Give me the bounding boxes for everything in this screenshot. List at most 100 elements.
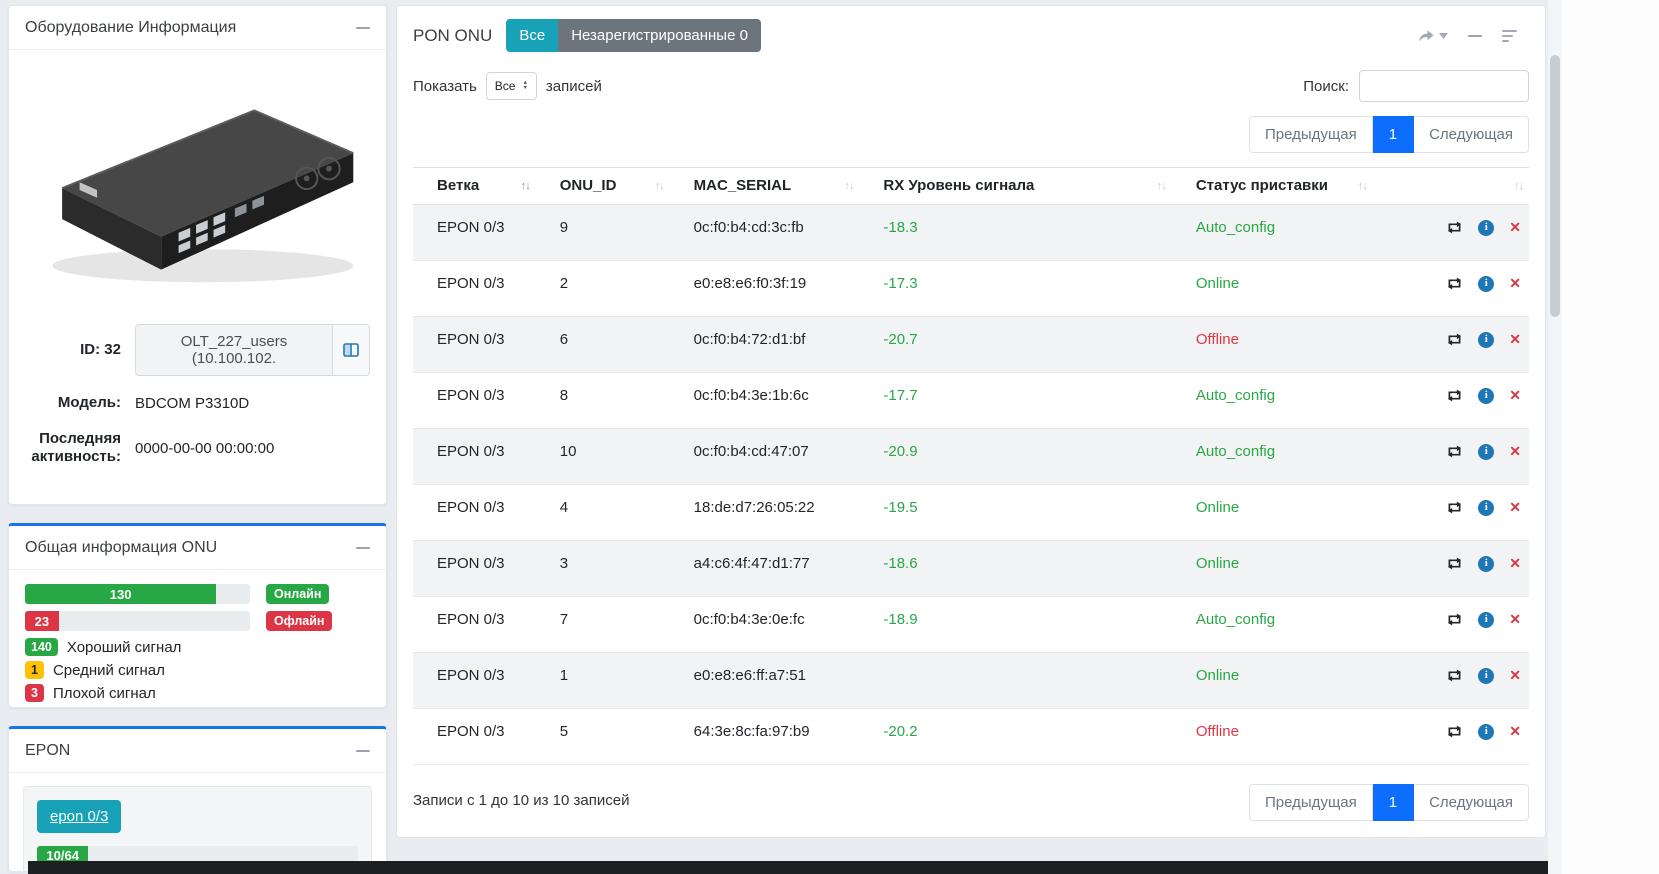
resync-button[interactable] <box>1446 332 1463 347</box>
resync-icon <box>1446 332 1463 347</box>
info-icon[interactable]: i <box>1478 556 1494 572</box>
delete-icon[interactable]: ✕ <box>1509 218 1521 237</box>
scrollbar-track[interactable] <box>1548 0 1562 874</box>
onu-id-cell: 2 <box>536 261 670 317</box>
equipment-collapse-button[interactable] <box>356 27 370 29</box>
row-actions-cell: i✕ <box>1373 373 1529 429</box>
left-column: Оборудование Информация <box>8 5 387 872</box>
resync-button[interactable] <box>1446 220 1463 235</box>
sort-icon[interactable]: ↑↓ <box>1157 180 1166 192</box>
row-actions-cell: i✕ <box>1373 485 1529 541</box>
branch-cell: EPON 0/3 <box>413 261 536 317</box>
status-cell: Auto_config <box>1172 597 1373 653</box>
resync-button[interactable] <box>1446 724 1463 739</box>
sort-icon[interactable]: ↑↓ <box>844 180 853 192</box>
device-select[interactable]: OLT_227_users (10.100.102. <box>135 324 333 376</box>
info-icon[interactable]: i <box>1478 276 1494 292</box>
info-icon[interactable]: i <box>1478 668 1494 684</box>
resync-button[interactable] <box>1446 612 1463 627</box>
next-page-button[interactable]: Следующая <box>1414 116 1529 153</box>
row-actions-cell: i✕ <box>1373 653 1529 709</box>
onu-summary-header: Общая информация ONU <box>9 526 386 570</box>
onu-id-cell: 10 <box>536 429 670 485</box>
signal-legend-item: 3Плохой сигнал <box>25 684 370 702</box>
onu-id-cell: 6 <box>536 317 670 373</box>
row-actions-cell: i✕ <box>1373 709 1529 765</box>
signal-legend-label: Средний сигнал <box>53 662 165 679</box>
delete-icon[interactable]: ✕ <box>1509 386 1521 405</box>
row-actions-cell: i✕ <box>1373 429 1529 485</box>
info-icon[interactable]: i <box>1478 500 1494 516</box>
column-header-1[interactable]: Ветка↑↓ <box>413 168 536 205</box>
resync-button[interactable] <box>1446 668 1463 683</box>
delete-icon[interactable]: ✕ <box>1509 666 1521 685</box>
share-button[interactable] <box>1416 29 1448 43</box>
equipment-card-title: Оборудование Информация <box>25 19 236 37</box>
resync-button[interactable] <box>1446 500 1463 515</box>
onu-summary-collapse-button[interactable] <box>356 547 370 549</box>
info-icon[interactable]: i <box>1478 612 1494 628</box>
epon-port-link[interactable]: epon 0/3 <box>37 800 121 833</box>
delete-icon[interactable]: ✕ <box>1509 330 1521 349</box>
next-page-button[interactable]: Следующая <box>1414 784 1529 821</box>
sort-icon[interactable]: ↑↓ <box>1514 180 1523 192</box>
column-header-4[interactable]: RX Уровень сигнала↑↓ <box>859 168 1171 205</box>
branch-cell: EPON 0/3 <box>413 653 536 709</box>
page-number-button[interactable]: 1 <box>1373 784 1414 821</box>
filter-all-button[interactable]: Все <box>506 19 558 52</box>
online-progress-track: 130 <box>25 584 250 604</box>
panel-title: PON ONU <box>413 26 492 46</box>
resync-button[interactable] <box>1446 388 1463 403</box>
offline-progress-fill: 23 <box>25 611 59 631</box>
resync-button[interactable] <box>1446 556 1463 571</box>
status-cell: Offline <box>1172 317 1373 373</box>
resync-button[interactable] <box>1446 444 1463 459</box>
epon-collapse-button[interactable] <box>356 750 370 752</box>
info-icon[interactable]: i <box>1478 724 1494 740</box>
status-cell: Auto_config <box>1172 373 1373 429</box>
info-icon[interactable]: i <box>1478 388 1494 404</box>
minus-icon <box>1468 35 1482 37</box>
sort-icon[interactable]: ↑↓ <box>1358 180 1367 192</box>
epon-card-title: EPON <box>25 742 70 760</box>
pon-onu-header: PON ONU Все Незарегистрированные 0 <box>413 6 1529 62</box>
delete-icon[interactable]: ✕ <box>1509 442 1521 461</box>
mac-serial-cell: 0c:f0:b4:3e:1b:6c <box>670 373 860 429</box>
prev-page-button[interactable]: Предыдущая <box>1249 116 1373 153</box>
online-progress-fill: 130 <box>25 584 216 604</box>
column-header-2[interactable]: ONU_ID↑↓ <box>536 168 670 205</box>
info-icon[interactable]: i <box>1478 220 1494 236</box>
panel-menu-button[interactable] <box>1502 29 1519 43</box>
mac-serial-cell: 64:3e:8c:fa:97:b9 <box>670 709 860 765</box>
info-icon[interactable]: i <box>1478 444 1494 460</box>
prev-page-button[interactable]: Предыдущая <box>1249 784 1373 821</box>
page-length-select[interactable]: Все ▲▼ <box>486 72 537 100</box>
minus-icon <box>356 547 370 549</box>
model-value: BDCOM P3310D <box>135 395 249 412</box>
delete-icon[interactable]: ✕ <box>1509 554 1521 573</box>
column-header-5[interactable]: Статус приставки↑↓ <box>1172 168 1373 205</box>
delete-icon[interactable]: ✕ <box>1509 498 1521 517</box>
sort-icon[interactable]: ↑↓ <box>521 180 530 192</box>
rx-signal-cell: -20.7 <box>859 317 1171 373</box>
search-input[interactable] <box>1359 70 1529 102</box>
column-header-actions[interactable]: ↑↓ <box>1373 168 1529 205</box>
device-table-button[interactable] <box>333 324 370 376</box>
sort-icon[interactable]: ↑↓ <box>655 180 664 192</box>
delete-icon[interactable]: ✕ <box>1509 722 1521 741</box>
mac-serial-cell: a4:c6:4f:47:d1:77 <box>670 541 860 597</box>
delete-icon[interactable]: ✕ <box>1509 274 1521 293</box>
rx-signal-cell <box>859 653 1171 709</box>
onu-table-row: EPON 0/3418:de:d7:26:05:22-19.5Onlinei✕ <box>413 485 1529 541</box>
filter-unregistered-button[interactable]: Незарегистрированные 0 <box>558 19 761 52</box>
page-number-button[interactable]: 1 <box>1373 116 1414 153</box>
column-header-3[interactable]: MAC_SERIAL↑↓ <box>670 168 860 205</box>
resync-button[interactable] <box>1446 276 1463 291</box>
panel-collapse-button[interactable] <box>1468 35 1482 37</box>
info-icon[interactable]: i <box>1478 332 1494 348</box>
equipment-card: Оборудование Информация <box>8 5 387 505</box>
signal-count-badge: 140 <box>25 638 58 656</box>
delete-icon[interactable]: ✕ <box>1509 610 1521 629</box>
scrollbar-thumb[interactable] <box>1550 55 1560 317</box>
page-layout: Оборудование Информация <box>0 0 1659 872</box>
